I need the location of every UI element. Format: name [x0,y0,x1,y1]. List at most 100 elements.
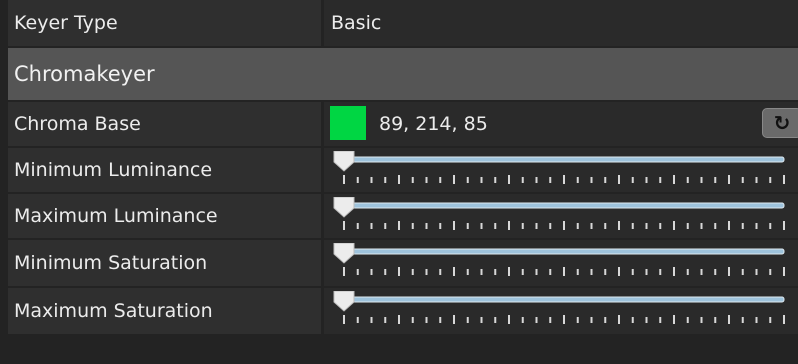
slider-tick [783,267,785,276]
chroma-reset-button[interactable]: ↻ [762,108,798,138]
slider-tick [549,177,552,183]
slider-tick [590,269,593,275]
slider-tick [783,175,785,184]
slider-tick [700,177,703,183]
slider-tick [521,177,524,183]
slider-tick [783,315,785,324]
slider-track[interactable] [343,248,785,255]
min-luminance-slider[interactable] [332,151,790,191]
slider-thumb[interactable] [333,197,355,218]
slider-track[interactable] [343,156,785,163]
slider-row: Maximum Luminance [0,194,798,238]
slider-tick [494,317,497,323]
slider-tick [618,267,620,276]
slider-tick [480,317,483,323]
slider-tick [576,317,579,323]
slider-tick [466,269,469,275]
slider-tick [590,223,593,229]
slider-tick [398,221,400,230]
slider-tick [659,317,662,323]
slider-tick [494,223,497,229]
chroma-base-value-cell: 89, 214, 85 ↻ [324,102,798,146]
keyer-type-dropdown[interactable]: Basic [324,0,798,46]
slider-tick [535,317,538,323]
slider-tick [356,269,359,275]
slider-tick [508,315,510,324]
chroma-color-swatch[interactable] [330,106,366,140]
slider-tick [673,175,675,184]
slider-thumb[interactable] [333,243,355,264]
slider-tick [411,317,414,323]
slider-tick [356,317,359,323]
slider-tick [576,177,579,183]
slider-tick [535,269,538,275]
slider-tick [686,223,689,229]
chromakeyer-section-header[interactable]: Chromakeyer [8,48,798,100]
slider-tick [411,177,414,183]
max-luminance-slider[interactable] [332,197,790,237]
slider-tick [563,221,565,230]
keyer-type-row: Keyer Type Basic [0,0,798,46]
slider-tick [576,269,579,275]
slider-track[interactable] [343,296,785,303]
max-luminance-label: Maximum Luminance [8,194,321,238]
slider-tick [686,269,689,275]
slider-tick [453,175,455,184]
slider-tick [549,317,552,323]
slider-tick [480,269,483,275]
slider-tick [700,223,703,229]
slider-tick [439,223,442,229]
slider-tick [439,177,442,183]
slider-thumb[interactable] [333,151,355,172]
slider-tick [645,177,648,183]
slider-row: Minimum Luminance [0,148,798,192]
slider-tick [453,267,455,276]
slider-tick [508,175,510,184]
slider-tick [563,315,565,324]
slider-tick [714,223,717,229]
max-saturation-slider[interactable] [332,291,790,331]
slider-tick [659,269,662,275]
slider-tick [549,269,552,275]
slider-tick [604,317,607,323]
slider-tick [370,223,373,229]
slider-tick [714,269,717,275]
slider-thumb[interactable] [333,291,355,312]
chroma-rgb-text: 89, 214, 85 [379,113,488,135]
slider-tick [769,317,772,323]
slider-tick [769,269,772,275]
slider-tick [343,315,345,324]
slider-track[interactable] [343,202,785,209]
slider-tick [425,269,428,275]
slider-tick [645,223,648,229]
slider-tick [549,223,552,229]
slider-tick [480,177,483,183]
keyer-type-value: Basic [331,12,382,34]
slider-tick [480,223,483,229]
slider-tick [411,223,414,229]
slider-tick [384,223,387,229]
slider-tick [521,317,524,323]
min-saturation-cell [324,240,798,286]
slider-tick [645,269,648,275]
slider-tick [728,267,730,276]
min-saturation-slider[interactable] [332,243,790,283]
slider-tick [411,269,414,275]
slider-tick [604,269,607,275]
slider-tick [508,267,510,276]
slider-tick [631,317,634,323]
slider-tick [563,267,565,276]
chromakeyer-section-row: Chromakeyer [0,48,798,100]
keyer-type-label: Keyer Type [8,0,321,46]
slider-tick [466,317,469,323]
chroma-base-row: Chroma Base 89, 214, 85 ↻ [0,102,798,146]
slider-tick [700,269,703,275]
slider-tick [769,177,772,183]
slider-tick [714,177,717,183]
max-luminance-cell [324,194,798,238]
slider-tick [343,221,345,230]
slider-tick [755,317,758,323]
slider-tick [714,317,717,323]
slider-tick [576,223,579,229]
slider-tick [618,221,620,230]
